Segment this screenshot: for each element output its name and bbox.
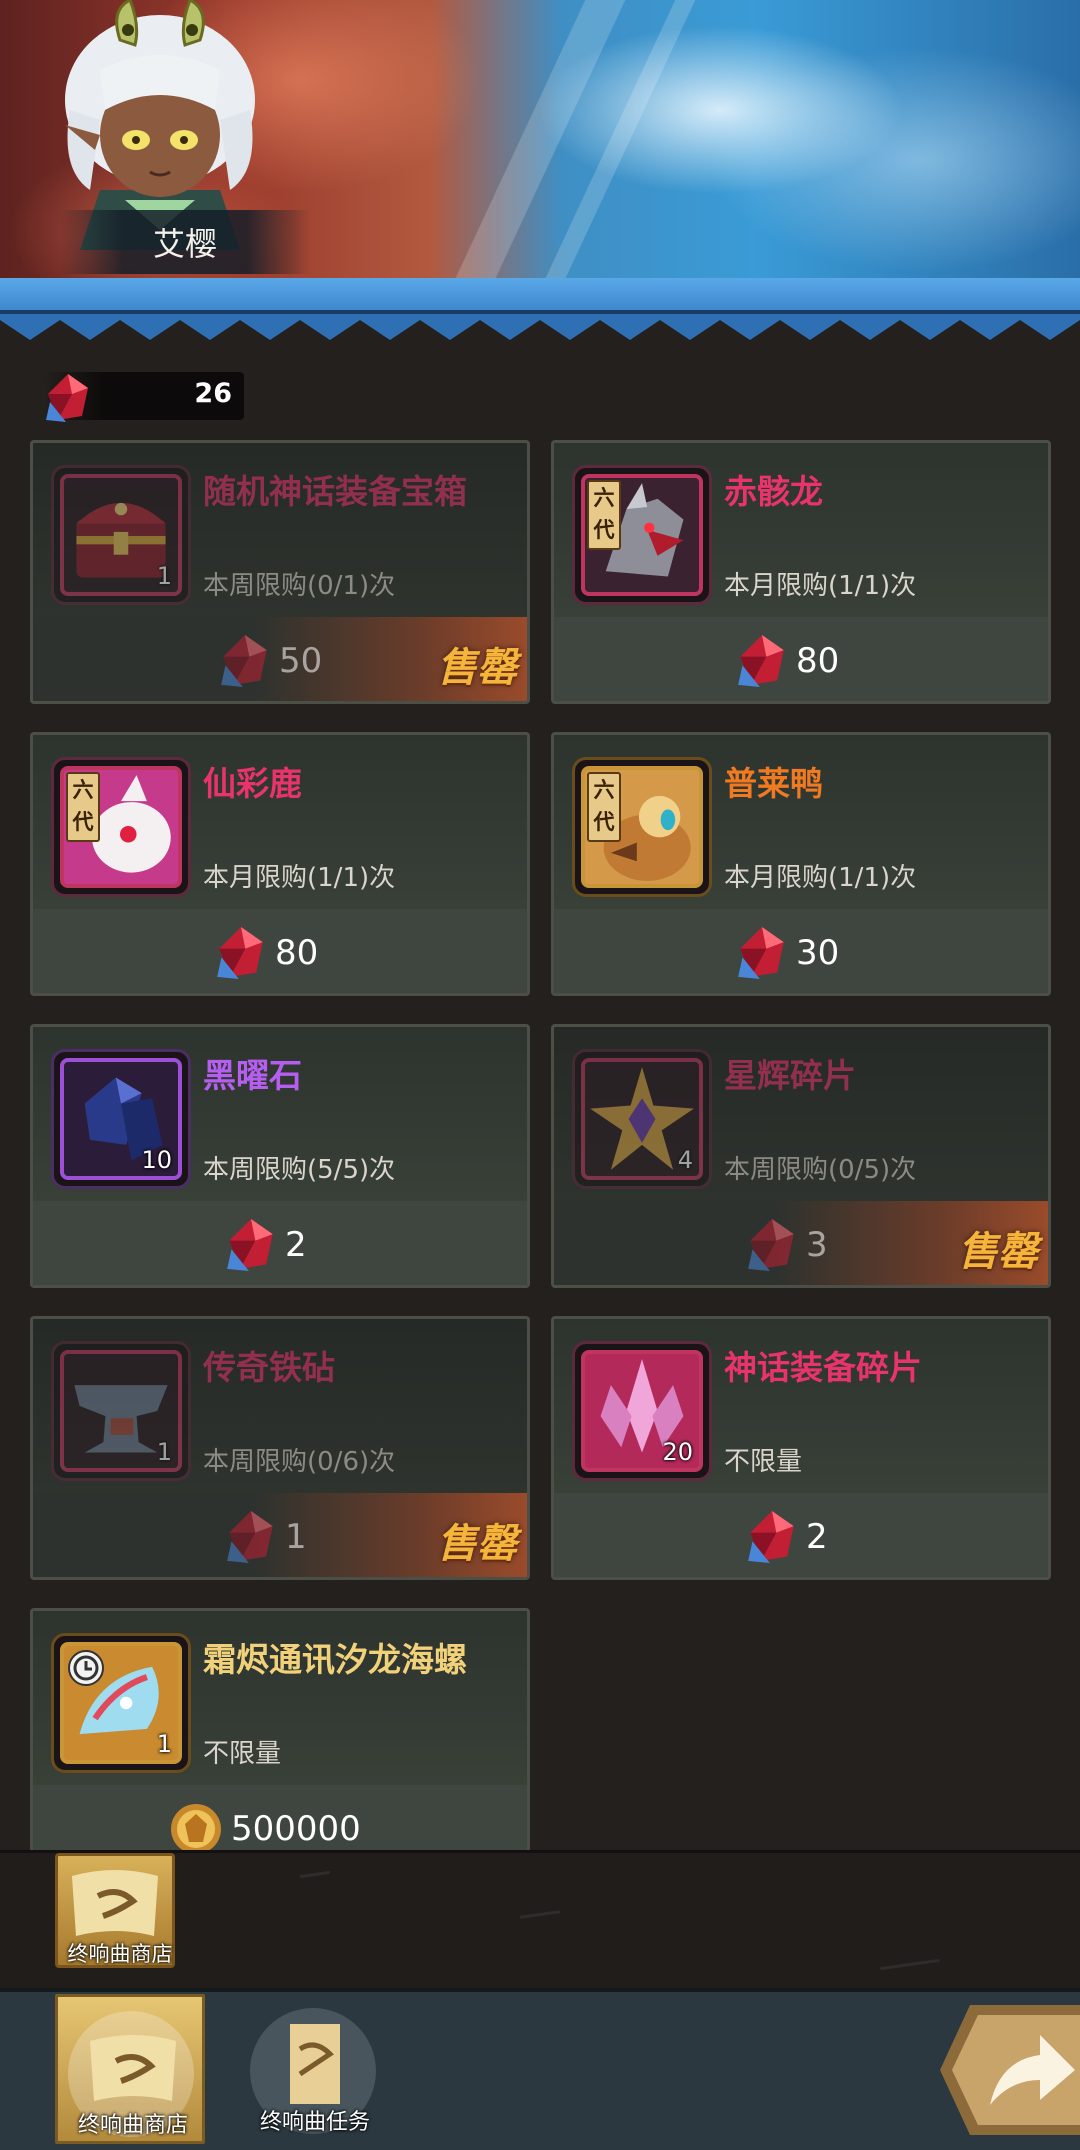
scroll-icon	[90, 2035, 176, 2101]
tab-symphony-shop[interactable]: 终响曲商店	[55, 1994, 205, 2144]
item-thumbnail: 10	[51, 1049, 191, 1189]
generation-badge: 六代	[587, 480, 621, 550]
tab-label: 终响曲任务	[259, 2110, 370, 2135]
banner-band	[0, 278, 1080, 314]
tab-label: 终响曲商店	[77, 2113, 188, 2138]
item-name: 神话装备碎片	[724, 1348, 922, 1387]
shop-item-card[interactable]: 六代 赤骸龙 本月限购(1/1)次 80	[551, 440, 1051, 704]
item-quantity: 1	[156, 562, 172, 590]
shop-item-card[interactable]: 1 传奇铁砧 本周限购(0/6)次 1 售罄	[30, 1316, 530, 1580]
item-quantity: 20	[662, 1438, 693, 1466]
item-price: 80	[215, 923, 318, 983]
item-price: 1	[225, 1507, 307, 1567]
price-value: 80	[796, 641, 840, 681]
item-name: 黑曜石	[203, 1056, 302, 1095]
item-limit: 本月限购(1/1)次	[203, 863, 396, 893]
red-gem-icon	[227, 1511, 273, 1563]
item-price: 2	[225, 1215, 307, 1275]
generation-badge: 六代	[587, 772, 621, 842]
sold-out-label: 售罄	[958, 1229, 1038, 1275]
price-value: 3	[806, 1225, 828, 1265]
shop-item-card[interactable]: 4 星辉碎片 本周限购(0/5)次 3 售罄	[551, 1024, 1051, 1288]
item-price: 50	[219, 631, 322, 691]
item-name: 星辉碎片	[724, 1056, 856, 1095]
bottom-tab-bar: 终响曲商店 终响曲任务	[0, 1988, 1080, 2150]
item-thumbnail: 1	[51, 1341, 191, 1481]
price-value: 1	[285, 1517, 307, 1557]
item-limit: 本周限购(0/6)次	[203, 1447, 396, 1477]
shop-item-card[interactable]: 20 神话装备碎片 不限量 2	[551, 1316, 1051, 1580]
hero-name: 艾樱	[60, 210, 310, 274]
red-gem-icon	[748, 1219, 794, 1271]
next-arrow-button[interactable]	[930, 2000, 1080, 2140]
item-price: 3	[746, 1215, 828, 1275]
tab-symphony-tasks[interactable]: 终响曲任务	[240, 1994, 390, 2144]
item-quantity: 4	[677, 1146, 693, 1174]
red-gem-icon	[227, 1219, 273, 1271]
item-limit: 不限量	[724, 1447, 803, 1477]
task-scroll-icon	[290, 2024, 340, 2104]
item-name: 霜烬通讯汐龙海螺	[203, 1640, 467, 1679]
item-limit: 本月限购(1/1)次	[724, 571, 917, 601]
sold-out-label: 售罄	[437, 1521, 517, 1567]
red-gem-icon	[738, 635, 784, 687]
banner-zigzag-edge	[0, 310, 1080, 340]
clock-icon	[68, 1650, 104, 1686]
symphony-shop-shortcut-label: 终响曲商店	[67, 1942, 173, 1966]
item-limit: 不限量	[203, 1739, 282, 1769]
currency-amount: 26	[194, 378, 232, 409]
price-value: 2	[806, 1517, 828, 1557]
scroll-icon	[72, 1870, 158, 1936]
item-limit: 本周限购(0/1)次	[203, 571, 396, 601]
price-value: 2	[285, 1225, 307, 1265]
shop-item-card[interactable]: 10 黑曜石 本周限购(5/5)次 2	[30, 1024, 530, 1288]
shop-item-card[interactable]: 六代 普莱鸭 本月限购(1/1)次 30	[551, 732, 1051, 996]
item-thumbnail: 六代	[572, 757, 712, 897]
red-gem-icon	[221, 635, 267, 687]
item-name: 仙彩鹿	[203, 764, 302, 803]
generation-badge: 六代	[66, 772, 100, 842]
item-limit: 本周限购(5/5)次	[203, 1155, 396, 1185]
item-thumbnail: 4	[572, 1049, 712, 1189]
price-value: 50	[279, 641, 323, 681]
item-name: 赤骸龙	[724, 472, 823, 511]
item-thumbnail: 六代	[51, 757, 191, 897]
item-thumbnail: 1	[51, 465, 191, 605]
item-price: 2	[746, 1507, 828, 1567]
item-quantity: 10	[141, 1146, 172, 1174]
top-banner: 艾樱	[0, 0, 1080, 345]
gold-coin-icon	[171, 1804, 221, 1854]
item-limit: 本周限购(0/5)次	[724, 1155, 917, 1185]
sold-out-label: 售罄	[437, 645, 517, 691]
shop-item-card[interactable]: 1 随机神话装备宝箱 本周限购(0/1)次 50 售罄	[30, 440, 530, 704]
item-price: 80	[736, 631, 839, 691]
item-name: 随机神话装备宝箱	[203, 472, 467, 511]
red-gem-icon	[748, 1511, 794, 1563]
item-price: 30	[736, 923, 839, 983]
item-quantity: 1	[156, 1730, 172, 1758]
shop-item-card[interactable]: 六代 仙彩鹿 本月限购(1/1)次 80	[30, 732, 530, 996]
red-gem-icon	[738, 927, 784, 979]
price-value: 80	[275, 933, 319, 973]
item-quantity: 1	[156, 1438, 172, 1466]
item-thumbnail: 1	[51, 1633, 191, 1773]
item-thumbnail: 六代	[572, 465, 712, 605]
currency-display: 26	[44, 372, 244, 422]
price-value: 500000	[231, 1809, 361, 1849]
item-name: 普莱鸭	[724, 764, 823, 803]
red-gem-icon	[46, 374, 88, 422]
price-value: 30	[796, 933, 840, 973]
red-gem-icon	[217, 927, 263, 979]
shop-item-card[interactable]: 1 霜烬通讯汐龙海螺 不限量 500000	[30, 1608, 530, 1872]
item-thumbnail: 20	[572, 1341, 712, 1481]
item-name: 传奇铁砧	[203, 1348, 335, 1387]
item-limit: 本月限购(1/1)次	[724, 863, 917, 893]
